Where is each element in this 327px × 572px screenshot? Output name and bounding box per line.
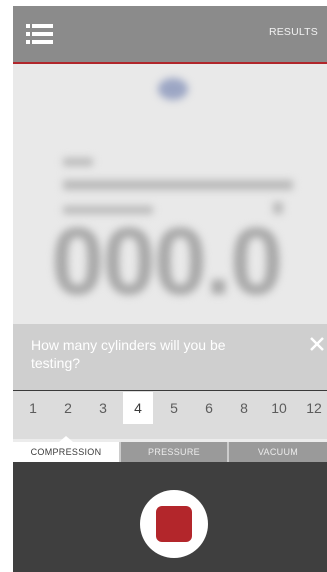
record-panel [13,462,327,572]
menu-list-icon[interactable] [26,23,53,45]
gauge-display: 000.0 [13,64,327,332]
cylinder-option-10[interactable]: 10 [264,392,294,424]
gauge-label-line [63,158,93,166]
record-stop-icon [156,506,192,542]
tab-compression[interactable]: COMPRESSION [13,442,119,462]
cylinder-count-selector: 1 2 3 4 5 6 8 10 12 [13,390,327,439]
gauge-blur-layer: 000.0 [13,64,327,332]
results-link[interactable]: RESULTS [269,26,318,38]
record-button[interactable] [140,490,208,558]
close-icon[interactable] [309,336,325,352]
cylinder-option-5[interactable]: 5 [159,392,189,424]
cylinder-option-6[interactable]: 6 [194,392,224,424]
cylinder-option-12[interactable]: 12 [299,392,327,424]
tab-vacuum[interactable]: VACUUM [229,442,327,462]
gauge-label-line [63,180,293,190]
app-screen: RESULTS 000.0 How many cylinders will yo… [13,6,327,572]
active-tab-pointer [59,436,73,442]
cylinder-question-panel: How many cylinders will you be testing? [13,324,327,390]
cylinder-option-2[interactable]: 2 [53,392,83,424]
tab-pressure[interactable]: PRESSURE [121,442,227,462]
question-text: How many cylinders will you be testing? [31,337,226,371]
top-bar: RESULTS [13,6,327,64]
gauge-reading: 000.0 [51,208,283,315]
cylinder-option-8[interactable]: 8 [229,392,259,424]
cylinder-option-4[interactable]: 4 [123,392,153,424]
cylinder-option-3[interactable]: 3 [88,392,118,424]
gauge-indicator [158,78,188,100]
mode-tabs: COMPRESSION PRESSURE VACUUM [13,436,327,462]
cylinder-option-1[interactable]: 1 [18,392,48,424]
